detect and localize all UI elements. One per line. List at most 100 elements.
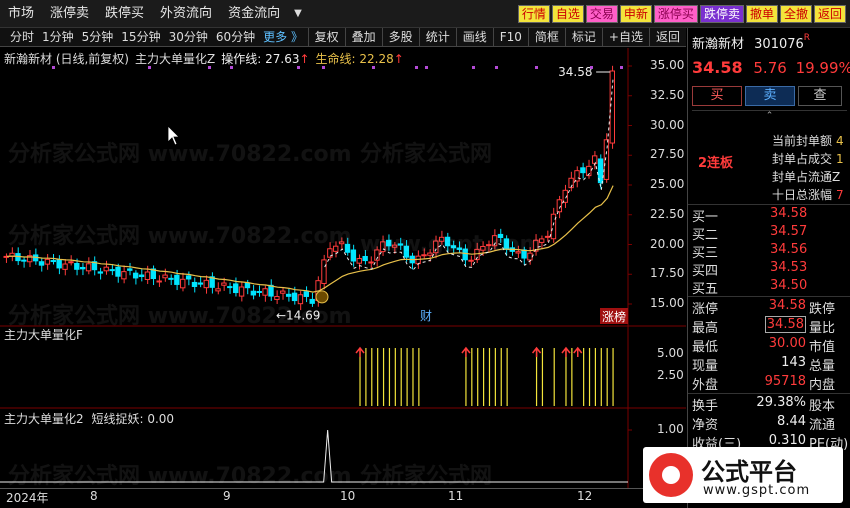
tab-15min[interactable]: 15分钟	[117, 28, 164, 47]
seal-row: 十日总涨幅 7	[772, 186, 844, 203]
stock-name: 新瀚新材 301076R	[692, 33, 810, 52]
menu-foreign-flow[interactable]: 外资流向	[152, 0, 220, 28]
stat-value: 29.38%	[756, 395, 806, 410]
bid-row[interactable]: 买一 34.58	[690, 206, 848, 225]
sell-button[interactable]: 卖	[745, 86, 795, 106]
quick-buttons: 行情 自选 交易 申新 涨停买 跌停卖 撤单 全撤 返回	[517, 5, 846, 23]
quick-quote-button[interactable]: 行情	[517, 5, 550, 23]
op-value: 27.63	[265, 52, 300, 66]
stat-row: 净资 8.44 流通	[690, 414, 848, 433]
candle-body	[174, 274, 180, 285]
candle-body	[97, 271, 104, 274]
seal-row: 当前封单额 4	[772, 132, 844, 149]
bid-label: 买三	[692, 246, 719, 261]
signal-dot	[425, 66, 428, 69]
tab-60min[interactable]: 60分钟	[212, 28, 259, 47]
tool-multi-stock[interactable]: 多股	[381, 28, 419, 47]
quick-cancel-all-button[interactable]: 全撤	[779, 5, 812, 23]
candle-body	[456, 247, 463, 250]
tab-5min[interactable]: 5分钟	[78, 28, 118, 47]
stat-row: 现量 143 总量	[690, 355, 848, 374]
quote-panel: 新瀚新材 301076R 34.58 5.76 19.99% 买 卖 查 ⌃ 2…	[687, 28, 850, 508]
candle-body	[362, 255, 368, 262]
candle-body	[386, 239, 392, 247]
quick-limit-up-buy-button[interactable]: 涨停买	[653, 5, 698, 23]
menu-market[interactable]: 市场	[0, 0, 42, 28]
stat-row: 最低 30.00 市值	[690, 336, 848, 355]
tab-30min[interactable]: 30分钟	[165, 28, 212, 47]
finance-event-tag: 财	[420, 309, 432, 323]
price-tick-label: 35.00	[650, 58, 685, 72]
candle-body	[550, 213, 557, 240]
tool-overlay[interactable]: 叠加	[344, 28, 382, 47]
tool-simple-frame[interactable]: 简框	[527, 28, 565, 47]
sub2-legend: 主力大单量化2 短线捉妖: 0.00	[4, 410, 174, 427]
menu-dropdown-icon[interactable]: ▼	[288, 0, 308, 28]
collapse-toggle-icon[interactable]: ⌃	[692, 110, 847, 121]
candle-body	[438, 236, 445, 242]
stat-label: 现量	[692, 359, 719, 374]
signal-dot	[620, 66, 623, 69]
stock-code: 301076	[754, 37, 804, 52]
bid-row[interactable]: 买二 34.57	[690, 224, 848, 243]
candle-body	[338, 241, 345, 245]
candle-body	[403, 245, 410, 258]
signal-dot	[415, 66, 418, 69]
period-tabs: 分时 1分钟 5分钟 15分钟 30分钟 60分钟 更多 》	[6, 28, 307, 47]
tool-draw-line[interactable]: 画线	[455, 28, 493, 47]
legend-indicator[interactable]: 主力大单量化Z	[135, 50, 215, 67]
buy-button[interactable]: 买	[692, 86, 742, 106]
signal-dot	[495, 66, 498, 69]
sub1-title[interactable]: 主力大单量化F	[4, 328, 83, 342]
date-label: 2024年	[6, 491, 49, 505]
candle-body	[38, 261, 45, 266]
quick-cancel-order-button[interactable]: 撤单	[745, 5, 778, 23]
quick-limit-down-sell-button[interactable]: 跌停卖	[699, 5, 744, 23]
tab-1min[interactable]: 1分钟	[38, 28, 78, 47]
tool-add-watchlist[interactable]: +自选	[601, 28, 649, 47]
quick-watchlist-button[interactable]: 自选	[551, 5, 584, 23]
price-change: 5.76	[753, 59, 787, 77]
logo-url: www.gspt.com	[703, 483, 811, 498]
price-tick-label: 15.00	[650, 296, 685, 310]
menu-fund-flow[interactable]: 资金流向	[220, 0, 288, 28]
bid-row[interactable]: 买三 34.56	[690, 242, 848, 261]
life-line	[6, 185, 614, 293]
tab-intraday[interactable]: 分时	[6, 28, 38, 47]
candle-body	[274, 296, 280, 300]
tool-mark[interactable]: 标记	[564, 28, 602, 47]
seal-value: 7	[836, 188, 844, 202]
quick-ipo-button[interactable]: 申新	[619, 5, 652, 23]
candle-body	[503, 238, 510, 250]
query-button[interactable]: 查	[798, 86, 842, 106]
menu-limit-down-buy[interactable]: 跌停买	[97, 0, 152, 28]
candle-body	[297, 294, 304, 305]
seal-label: 当前封单额	[772, 134, 833, 148]
bid-label: 买四	[692, 264, 719, 279]
tool-f10[interactable]: F10	[492, 28, 528, 47]
menu-limit-up-sell[interactable]: 涨停卖	[42, 0, 97, 28]
tool-statistics[interactable]: 统计	[418, 28, 456, 47]
high-price-marker: 34.58	[558, 65, 592, 79]
candle-body	[250, 290, 257, 296]
margin-flag: R	[803, 33, 811, 43]
stat-label: 最低	[692, 340, 719, 355]
candle-body	[321, 259, 327, 284]
stat-value: 34.58	[742, 316, 806, 333]
bid-row[interactable]: 买五 34.50	[690, 278, 848, 297]
price-tick-label: 22.50	[650, 206, 685, 221]
tool-back[interactable]: 返回	[648, 28, 686, 47]
buy-arrow-icon	[531, 346, 542, 357]
quick-trade-button[interactable]: 交易	[585, 5, 618, 23]
candle-body	[486, 244, 492, 247]
tool-adjust[interactable]: 复权	[307, 28, 345, 47]
bid-row[interactable]: 买四 34.53	[690, 260, 848, 279]
chart-tools: 复权 叠加 多股 统计 画线 F10 简框 标记 +自选 返回	[307, 28, 686, 47]
candle-body	[556, 199, 563, 213]
tab-more[interactable]: 更多 》	[259, 28, 307, 47]
date-label: 12	[577, 489, 593, 503]
quick-back-button[interactable]: 返回	[813, 5, 846, 23]
sub2-title[interactable]: 主力大单量化2	[4, 412, 84, 426]
signal-dot	[590, 66, 593, 69]
candle-body	[262, 288, 268, 296]
